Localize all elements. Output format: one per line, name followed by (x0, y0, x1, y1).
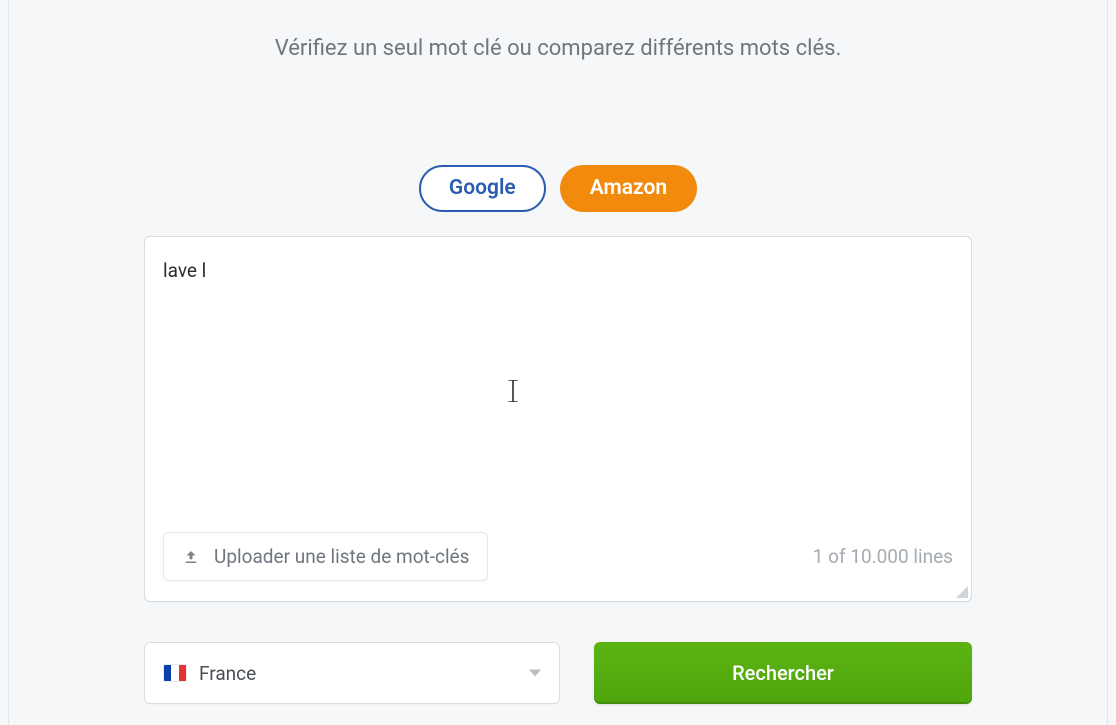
keyword-input-card: Uploader une liste de mot-clés 1 of 10.0… (144, 236, 972, 602)
flag-france-icon (163, 664, 187, 682)
country-select[interactable]: France (144, 642, 560, 704)
upload-icon (182, 548, 200, 566)
action-row: France Rechercher (144, 642, 972, 704)
country-selected-label: France (199, 662, 256, 685)
upload-label: Uploader une liste de mot-clés (214, 545, 469, 568)
source-tabs: Google Amazon (9, 165, 1107, 212)
tab-google[interactable]: Google (419, 165, 546, 212)
search-button[interactable]: Rechercher (594, 642, 972, 704)
chevron-down-icon (529, 670, 541, 677)
upload-button[interactable]: Uploader une liste de mot-clés (163, 532, 488, 581)
header-instruction: Vérifiez un seul mot clé ou comparez dif… (9, 0, 1107, 61)
tab-amazon[interactable]: Amazon (560, 165, 697, 212)
